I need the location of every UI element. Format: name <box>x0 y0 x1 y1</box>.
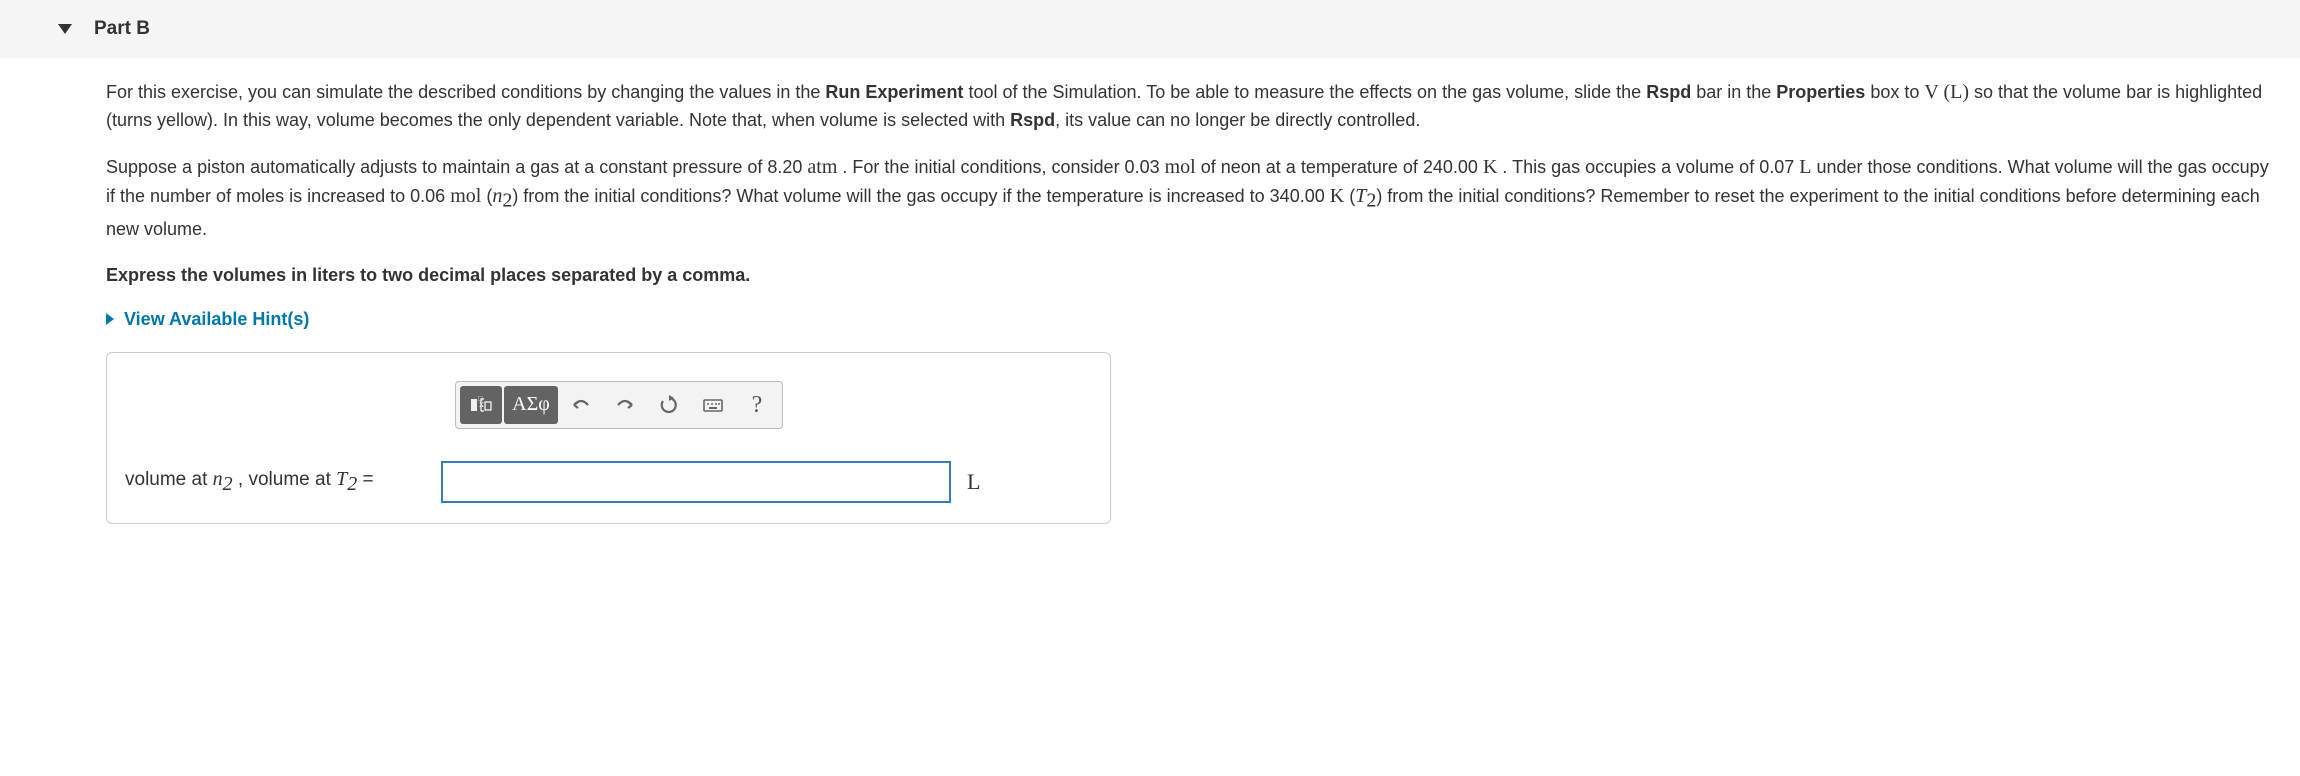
text: ) from the initial conditions? What volu… <box>512 186 1329 206</box>
instruction-text: Express the volumes in liters to two dec… <box>106 262 2270 288</box>
templates-icon: x □ <box>469 393 493 417</box>
reset-button[interactable] <box>648 386 690 424</box>
text: . This gas occupies a volume of 0.07 <box>1497 157 1799 177</box>
keyboard-icon <box>701 393 725 417</box>
label-text: , volume at <box>233 469 337 490</box>
hints-toggle[interactable]: View Available Hint(s) <box>106 306 2270 332</box>
text: of neon at a temperature of 240.00 <box>1196 157 1483 177</box>
content-area: For this exercise, you can simulate the … <box>0 78 2300 524</box>
expand-icon <box>106 313 114 325</box>
vl-symbol: V (L) <box>1924 81 1969 103</box>
equation-toolbar: x □ ΑΣφ <box>455 381 783 429</box>
text: tool of the Simulation. To be able to me… <box>963 82 1646 102</box>
mol-unit: mol <box>1165 156 1196 178</box>
t2-sub: 2 <box>1366 190 1376 212</box>
text: Suppose a piston automatically adjusts t… <box>106 157 807 177</box>
label-T: T <box>336 468 347 490</box>
paragraph-1: For this exercise, you can simulate the … <box>106 78 2270 133</box>
collapse-icon[interactable] <box>58 24 72 34</box>
properties-label: Properties <box>1776 82 1865 102</box>
templates-button[interactable]: x □ <box>460 386 502 424</box>
answer-unit: L <box>967 466 980 498</box>
help-button[interactable]: ? <box>736 386 778 424</box>
special-chars-button[interactable]: ΑΣφ <box>504 386 558 424</box>
mol-unit-2: mol <box>450 185 481 207</box>
l-unit: L <box>1799 156 1811 178</box>
t2-var: T <box>1355 185 1366 207</box>
answer-input[interactable] <box>441 461 951 503</box>
paragraph-2: Suppose a piston automatically adjusts t… <box>106 153 2270 242</box>
answer-label: volume at n2 , volume at T2 = <box>125 465 425 499</box>
undo-button[interactable] <box>560 386 602 424</box>
undo-icon <box>569 393 593 417</box>
text: , its value can no longer be directly co… <box>1055 110 1420 130</box>
text: box to <box>1865 82 1924 102</box>
answer-box: x □ ΑΣφ <box>106 352 1111 524</box>
label-eq: = <box>357 469 373 490</box>
atm-unit: atm <box>807 156 837 178</box>
rspd-label: Rspd <box>1646 82 1691 102</box>
label-n: n <box>213 468 223 490</box>
k-unit-2: K <box>1330 185 1344 207</box>
redo-icon <box>613 393 637 417</box>
rspd-label-2: Rspd <box>1010 110 1055 130</box>
label-T-sub: 2 <box>347 473 357 495</box>
hints-label: View Available Hint(s) <box>124 306 309 332</box>
answer-row: volume at n2 , volume at T2 = L <box>125 461 1092 503</box>
part-header: Part B <box>0 0 2300 58</box>
run-experiment-label: Run Experiment <box>825 82 963 102</box>
label-n-sub: 2 <box>223 473 233 495</box>
text: For this exercise, you can simulate the … <box>106 82 825 102</box>
k-unit: K <box>1483 156 1497 178</box>
n2-sub: 2 <box>502 190 512 212</box>
text: . For the initial conditions, consider 0… <box>837 157 1164 177</box>
label-text: volume at <box>125 469 213 490</box>
part-title: Part B <box>94 18 150 40</box>
keyboard-button[interactable] <box>692 386 734 424</box>
n2-var: n <box>492 185 502 207</box>
redo-button[interactable] <box>604 386 646 424</box>
text: ( <box>1344 186 1355 206</box>
text: ( <box>481 186 492 206</box>
reset-icon <box>657 393 681 417</box>
text: bar in the <box>1691 82 1776 102</box>
